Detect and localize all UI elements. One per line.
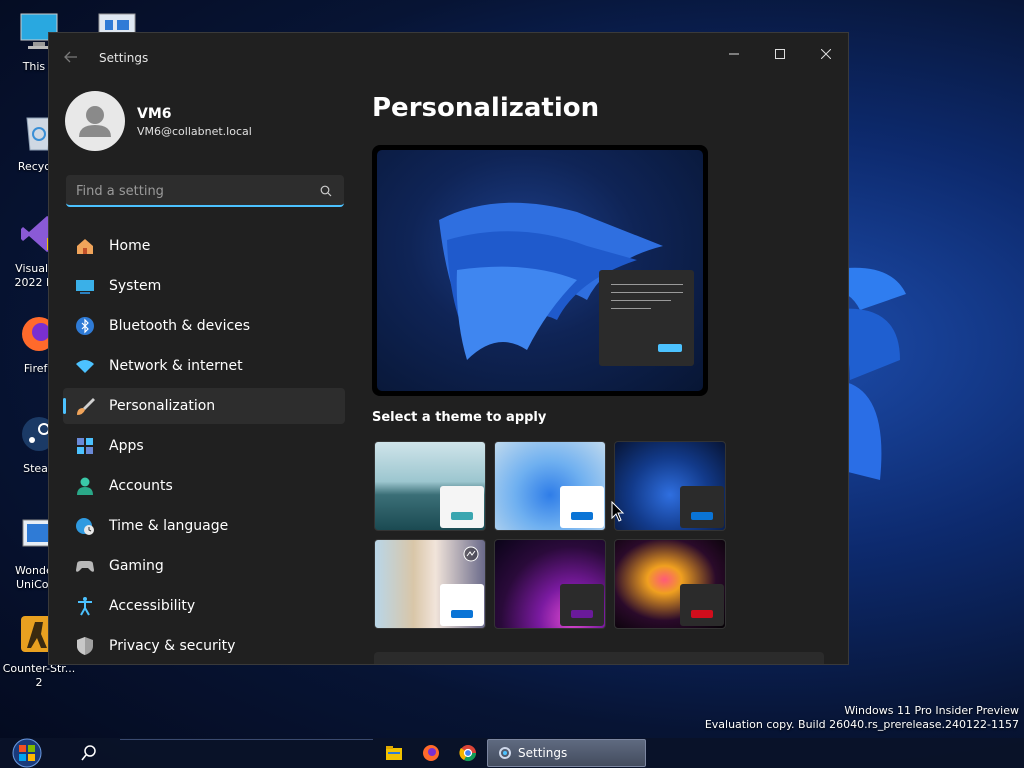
mouse-cursor-icon <box>611 501 625 522</box>
watermark-line-1: Windows 11 Pro Insider Preview <box>844 704 1019 717</box>
home-icon <box>75 236 95 256</box>
shield-icon <box>75 636 95 656</box>
close-button[interactable] <box>803 39 848 69</box>
sidebar-item-label: Personalization <box>109 398 216 414</box>
maximize-icon <box>775 49 785 59</box>
taskbar-settings-button[interactable]: Settings <box>487 739 646 767</box>
search-icon <box>320 185 332 197</box>
maximize-button[interactable] <box>757 39 803 69</box>
sidebar-item-network[interactable]: Network & internet <box>63 348 345 384</box>
themes-section-label: Select a theme to apply <box>372 410 547 425</box>
user-name: VM6 <box>137 106 172 122</box>
theme-tile-glow-lake[interactable] <box>374 441 486 531</box>
sidebar-item-bluetooth[interactable]: Bluetooth & devices <box>63 308 345 344</box>
arrow-left-icon <box>64 51 77 63</box>
file-explorer-icon[interactable] <box>384 743 404 763</box>
theme-tile-glow[interactable] <box>494 539 606 629</box>
settings-window: Settings VM6 VM6@collabnet.local Home Sy… <box>48 32 849 665</box>
sidebar-item-label: Apps <box>109 438 144 454</box>
firefox-icon[interactable] <box>421 743 441 763</box>
sidebar-item-label: Bluetooth & devices <box>109 318 251 334</box>
taskbar: Settings <box>0 738 1024 768</box>
apps-icon <box>75 436 95 456</box>
evaluation-watermark: Windows 11 Pro Insider Preview Evaluatio… <box>705 704 1019 732</box>
title-bar[interactable]: Settings <box>49 33 848 81</box>
sidebar-item-label: Home <box>109 238 151 254</box>
preview-wallpaper <box>377 150 703 391</box>
search-box[interactable] <box>66 175 344 207</box>
sidebar-item-accessibility[interactable]: Accessibility <box>63 588 345 624</box>
back-button[interactable] <box>63 49 81 67</box>
slideshow-icon <box>463 546 479 562</box>
sidebar-item-personalization[interactable]: Personalization <box>63 388 345 424</box>
user-email: VM6@collabnet.local <box>137 125 252 138</box>
sidebar-nav: Home System Bluetooth & devices Network … <box>63 228 345 664</box>
start-button[interactable] <box>8 738 46 768</box>
page-title: Personalization <box>372 93 600 123</box>
theme-tile-flow[interactable] <box>614 539 726 629</box>
sidebar-item-label: Accessibility <box>109 598 196 614</box>
sidebar-item-label: Time & language <box>109 518 229 534</box>
theme-preview <box>372 145 708 396</box>
sidebar-item-label: Privacy & security <box>109 638 236 654</box>
wifi-icon <box>75 356 95 376</box>
taskbar-search-underline <box>120 739 373 740</box>
sidebar-item-apps[interactable]: Apps <box>63 428 345 464</box>
watermark-line-2: Evaluation copy. Build 26040.rs_prerelea… <box>704 718 1019 731</box>
sidebar-item-label: Network & internet <box>109 358 243 374</box>
close-icon <box>821 49 831 59</box>
preview-accent-button <box>658 344 682 352</box>
minimize-button[interactable] <box>711 39 757 69</box>
globe-clock-icon <box>75 516 95 536</box>
theme-tile-windows-light[interactable] <box>494 441 606 531</box>
chrome-icon[interactable] <box>458 743 478 763</box>
accessibility-icon <box>75 596 95 616</box>
sidebar-item-time-language[interactable]: Time & language <box>63 508 345 544</box>
theme-tile-captured-motion[interactable] <box>374 539 486 629</box>
sidebar-item-accounts[interactable]: Accounts <box>63 468 345 504</box>
sidebar-item-label: Accounts <box>109 478 173 494</box>
person-icon <box>75 476 95 496</box>
search-input[interactable] <box>76 181 306 201</box>
system-icon <box>75 276 95 296</box>
window-title: Settings <box>99 51 149 65</box>
preview-window-sample <box>599 270 694 366</box>
sidebar-item-label: System <box>109 278 162 294</box>
sidebar-item-label: Gaming <box>109 558 164 574</box>
avatar[interactable] <box>65 91 125 151</box>
desktop-icon-label-2: 2 <box>35 676 43 689</box>
theme-tile-windows-dark[interactable] <box>614 441 726 531</box>
bluetooth-icon <box>75 316 95 336</box>
user-avatar-icon <box>79 106 111 137</box>
next-settings-card[interactable] <box>374 652 824 664</box>
sidebar-item-home[interactable]: Home <box>63 228 345 264</box>
taskbar-settings-label: Settings <box>518 746 568 760</box>
sidebar-item-privacy[interactable]: Privacy & security <box>63 628 345 664</box>
gear-icon <box>499 747 511 759</box>
theme-grid <box>374 441 728 631</box>
sidebar-item-gaming[interactable]: Gaming <box>63 548 345 584</box>
sidebar-item-system[interactable]: System <box>63 268 345 304</box>
gamepad-icon <box>75 556 95 576</box>
taskbar-search-icon[interactable] <box>80 744 98 762</box>
brush-icon <box>75 396 95 416</box>
minimize-icon <box>729 53 739 55</box>
